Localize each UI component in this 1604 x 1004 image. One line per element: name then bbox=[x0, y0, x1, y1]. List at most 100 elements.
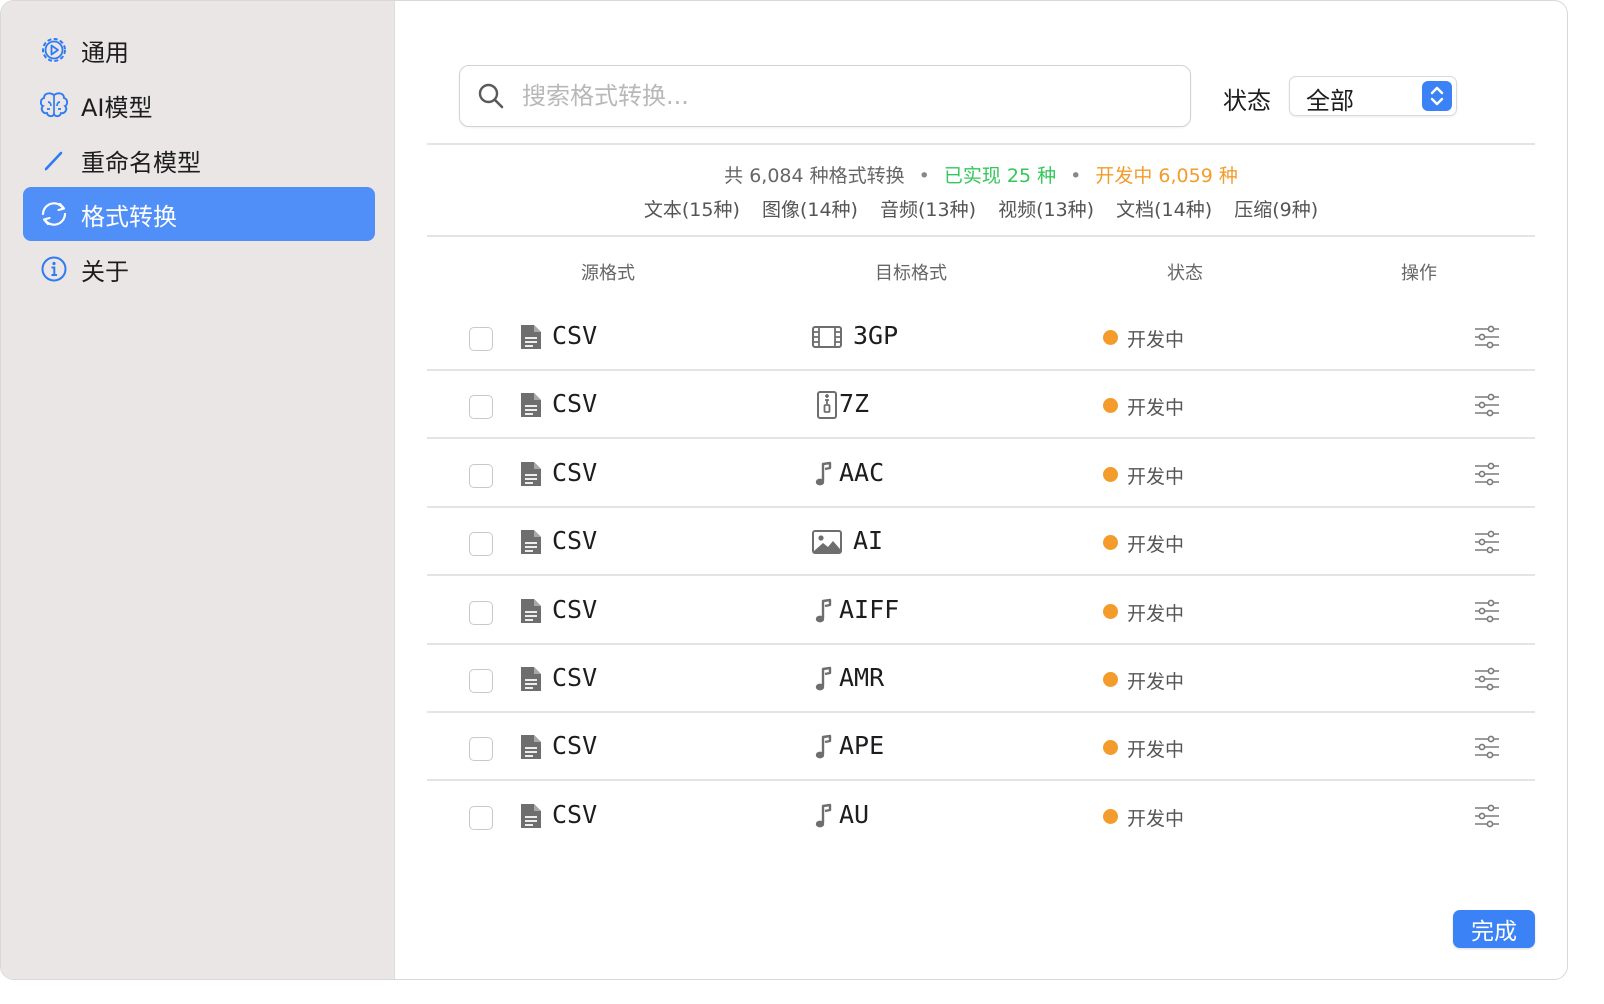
search-icon bbox=[478, 83, 504, 109]
doc-icon bbox=[519, 597, 543, 625]
film-icon bbox=[811, 322, 843, 352]
sliders-icon[interactable] bbox=[1473, 667, 1501, 691]
doc-icon bbox=[519, 460, 543, 488]
divider bbox=[427, 235, 1535, 237]
sliders-icon[interactable] bbox=[1473, 393, 1501, 417]
status-dot bbox=[1103, 398, 1118, 414]
table-row[interactable]: CSV APE 开发中 bbox=[427, 713, 1535, 782]
brain-icon bbox=[37, 88, 71, 122]
status-text: 开发中 bbox=[1127, 602, 1185, 625]
column-header-status: 状态 bbox=[1167, 263, 1203, 284]
status-filter-select[interactable]: 全部 bbox=[1289, 76, 1457, 116]
sidebar-item-label: AI模型 bbox=[81, 93, 153, 122]
row-checkbox[interactable] bbox=[469, 463, 493, 488]
done-button[interactable]: 完成 bbox=[1453, 910, 1535, 948]
doc-icon bbox=[519, 802, 543, 830]
sidebar-item-label: 关于 bbox=[81, 257, 129, 286]
row-checkbox[interactable] bbox=[469, 532, 493, 557]
status-filter-value: 全部 bbox=[1306, 87, 1354, 115]
sliders-icon[interactable] bbox=[1473, 599, 1501, 623]
column-header-target: 目标格式 bbox=[875, 263, 947, 284]
total-count: 共 6,084 种格式转换 bbox=[724, 165, 905, 187]
sidebar-item-rename-model[interactable]: 重命名模型 bbox=[23, 133, 375, 187]
sliders-icon[interactable] bbox=[1473, 462, 1501, 486]
status-text: 开发中 bbox=[1127, 807, 1185, 830]
pencil-icon bbox=[37, 143, 71, 177]
source-format: CSV bbox=[552, 321, 598, 350]
status-dot bbox=[1103, 466, 1118, 482]
sliders-icon[interactable] bbox=[1473, 325, 1501, 349]
conversion-summary: 共 6,084 种格式转换 • 已实现 25 种 • 开发中 6,059 种 bbox=[427, 161, 1535, 188]
status-dot bbox=[1103, 535, 1118, 551]
sidebar-item-label: 格式转换 bbox=[81, 202, 177, 231]
status-text: 开发中 bbox=[1127, 671, 1185, 693]
sync-icon bbox=[37, 197, 71, 231]
chevron-up-down-icon bbox=[1422, 81, 1452, 111]
image-icon bbox=[811, 527, 843, 557]
category-counts: 文本(15种) 图像(14种) 音频(13种) 视频(13种) 文档(14种) … bbox=[427, 195, 1535, 222]
search-box[interactable] bbox=[459, 65, 1191, 127]
source-format: CSV bbox=[552, 594, 598, 624]
table-row[interactable]: CSV AMR 开发中 bbox=[427, 645, 1535, 713]
separator: • bbox=[1070, 165, 1082, 187]
status-filter-label: 状态 bbox=[1223, 87, 1271, 115]
source-format: CSV bbox=[552, 526, 598, 556]
source-format: CSV bbox=[552, 663, 598, 692]
target-format: APE bbox=[839, 731, 885, 761]
main-panel: 状态 全部 共 6,084 种格式转换 • 已实现 25 种 • 开发中 6,059 种… bbox=[395, 1, 1567, 979]
target-format: 7Z bbox=[839, 389, 870, 419]
sidebar-item-format-conversion[interactable]: 格式转换 bbox=[23, 187, 375, 241]
target-format: AAC bbox=[839, 457, 885, 487]
sidebar-item-label: 通用 bbox=[81, 38, 129, 67]
category-audio: 音频(13种) bbox=[880, 199, 977, 221]
row-checkbox[interactable] bbox=[469, 805, 493, 830]
table-row[interactable]: CSV AIFF 开发中 bbox=[427, 577, 1535, 645]
in-development-count: 开发中 6,059 种 bbox=[1095, 165, 1238, 187]
separator: • bbox=[918, 165, 930, 187]
row-checkbox[interactable] bbox=[469, 327, 493, 351]
sidebar-item-about[interactable]: 关于 bbox=[23, 242, 375, 296]
status-text: 开发中 bbox=[1127, 329, 1185, 351]
status-text: 开发中 bbox=[1127, 534, 1185, 557]
status-dot bbox=[1103, 672, 1118, 687]
implemented-count: 已实现 25 种 bbox=[943, 165, 1057, 187]
info-icon bbox=[37, 252, 71, 286]
source-format: CSV bbox=[552, 389, 598, 419]
category-document: 文档(14种) bbox=[1116, 199, 1213, 221]
doc-icon bbox=[519, 665, 543, 693]
category-video: 视频(13种) bbox=[998, 199, 1095, 221]
sliders-icon[interactable] bbox=[1473, 804, 1501, 828]
row-checkbox[interactable] bbox=[469, 669, 493, 693]
row-checkbox[interactable] bbox=[469, 395, 493, 420]
sidebar: 通用 AI模型 重命名模型 格式转换 关于 bbox=[1, 1, 395, 979]
sidebar-item-general[interactable]: 通用 bbox=[23, 23, 375, 77]
category-archive: 压缩(9种) bbox=[1234, 199, 1319, 221]
category-image: 图像(14种) bbox=[761, 199, 858, 221]
sidebar-item-ai-model[interactable]: AI模型 bbox=[23, 78, 375, 132]
table-row[interactable]: CSV 7Z 开发中 bbox=[427, 371, 1535, 440]
target-format: AIFF bbox=[839, 594, 900, 624]
table-row[interactable]: CSV AU 开发中 bbox=[427, 782, 1535, 850]
source-format: CSV bbox=[552, 457, 598, 487]
sliders-icon[interactable] bbox=[1473, 530, 1501, 554]
row-checkbox[interactable] bbox=[469, 600, 493, 625]
column-header-source: 源格式 bbox=[581, 263, 635, 284]
table-row[interactable]: CSV 3GP 开发中 bbox=[427, 303, 1535, 371]
source-format: CSV bbox=[552, 731, 598, 761]
doc-icon bbox=[519, 733, 543, 761]
sliders-icon[interactable] bbox=[1473, 735, 1501, 759]
app-window: 通用 AI模型 重命名模型 格式转换 关于 搜索格式转换... 状态 全部 共 … bbox=[0, 0, 1568, 980]
status-dot bbox=[1103, 740, 1118, 756]
row-checkbox[interactable] bbox=[469, 737, 493, 762]
target-format: AI bbox=[853, 526, 884, 556]
category-text: 文本(15种) bbox=[643, 199, 740, 221]
table-row[interactable]: CSV AAC 开发中 bbox=[427, 440, 1535, 508]
target-format: 3GP bbox=[853, 321, 899, 350]
table-row[interactable]: CSV AI 开发中 bbox=[427, 508, 1535, 577]
target-format: AU bbox=[839, 799, 870, 829]
doc-icon bbox=[519, 323, 543, 351]
status-text: 开发中 bbox=[1127, 465, 1185, 488]
target-format: AMR bbox=[839, 663, 885, 692]
search-input[interactable] bbox=[520, 81, 1124, 111]
doc-icon bbox=[519, 528, 543, 556]
